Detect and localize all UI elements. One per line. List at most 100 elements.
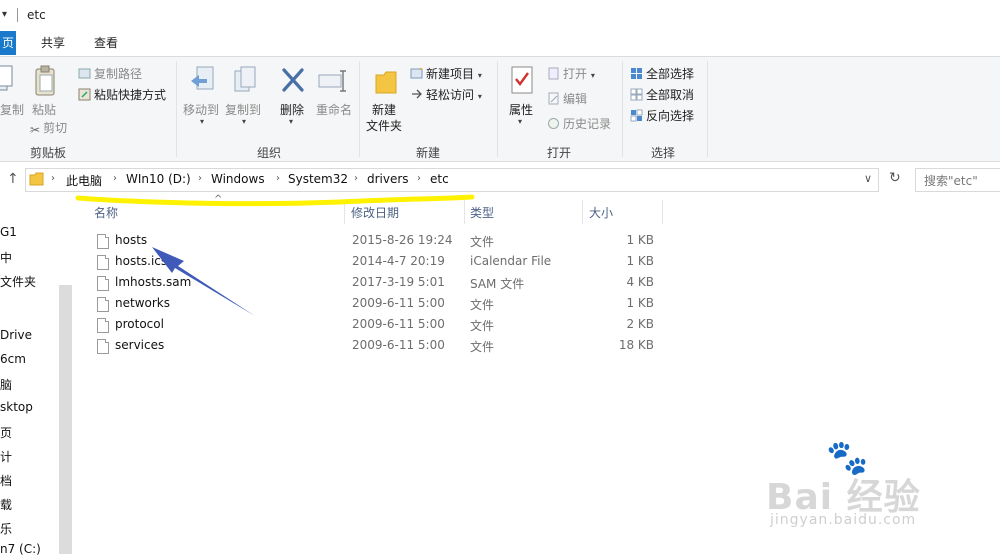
column-header-size[interactable]: 大小 [589,204,613,221]
select-all-button[interactable]: 全部选择 [630,65,694,82]
file-size: 1 KB [626,296,654,310]
file-row[interactable]: protocol 2009-6-11 5:00 文件 2 KB [72,316,672,337]
column-header-type[interactable]: 类型 [470,204,494,221]
cut-button[interactable]: ✂ 剪切 [30,119,67,137]
file-name: hosts.ics [115,254,168,268]
new-folder-button[interactable]: 新建 文件夹 [366,63,406,135]
select-none-icon [630,88,643,101]
breadcrumb-etc[interactable]: etc [430,172,449,186]
column-header-modified[interactable]: 修改日期 [351,204,399,221]
baidu-watermark: 🐾 Bai 经验 jingyan.baidu.com [766,438,996,538]
nav-item[interactable]: 6cm [0,352,26,366]
nav-item[interactable]: 中 [0,249,12,266]
copy-button[interactable]: 复制 [0,63,24,123]
file-name: services [115,338,165,352]
breadcrumb-chevron-icon[interactable]: › [113,173,117,184]
group-separator [359,61,360,157]
address-dropdown-icon[interactable]: ∨ [864,172,872,185]
breadcrumb-system32[interactable]: System32 [288,172,348,186]
file-type: 文件 [470,340,495,354]
rename-button[interactable]: 重命名 [314,63,354,123]
file-name: protocol [115,317,164,331]
group-separator [707,61,708,157]
new-item-icon [410,67,423,79]
select-none-button[interactable]: 全部取消 [630,86,694,103]
open-label: 打开 [563,67,588,81]
file-type: iCalendar File [470,254,552,268]
search-input[interactable]: 搜索"etc" [915,168,1000,192]
nav-item[interactable]: 文件夹 [0,273,36,290]
nav-item[interactable]: Drive [0,328,32,342]
delete-button[interactable]: 删除 ▾ [276,63,310,127]
nav-item[interactable]: 计 [0,448,12,465]
breadcrumb-chevron-icon[interactable]: › [198,173,202,184]
address-bar[interactable]: › 此电脑 › WIn10 (D:) › Windows › System32 … [25,168,879,192]
breadcrumb-drive-d[interactable]: WIn10 (D:) [126,172,191,186]
refresh-icon[interactable]: ↻ [889,170,901,186]
paste-button[interactable]: 粘贴 [28,63,62,123]
nav-item[interactable]: 载 [0,496,12,513]
ribbon-tabs: 页 共享 查看 [0,31,1000,57]
column-separator[interactable] [662,200,663,224]
select-group-label: 选择 [651,146,676,160]
scissors-icon: ✂ [30,123,41,137]
rename-icon [318,70,346,92]
nav-item[interactable]: sktop [0,400,33,414]
new-item-caret-icon: ▾ [477,71,482,80]
tab-view[interactable]: 查看 [94,31,118,55]
breadcrumb-this-pc[interactable]: 此电脑 [66,172,102,189]
column-header-name[interactable]: 名称 [94,204,118,221]
folder-icon [29,172,44,186]
nav-item[interactable]: 乐 [0,520,12,537]
history-button[interactable]: 历史记录 [547,115,611,132]
copy-to-button[interactable]: 复制到 ▾ [225,63,265,127]
column-separator[interactable] [582,200,583,224]
file-icon [97,276,109,291]
file-icon [97,339,109,354]
nav-item[interactable]: 脑 [0,376,12,393]
file-row[interactable]: networks 2009-6-11 5:00 文件 1 KB [72,295,672,316]
paste-shortcut-button[interactable]: 粘贴快捷方式 [78,86,166,103]
file-row[interactable]: services 2009-6-11 5:00 文件 18 KB [72,337,672,358]
copy-path-button[interactable]: 复制路径 [78,65,142,82]
column-separator[interactable] [464,200,465,224]
breadcrumb-chevron-icon[interactable]: › [276,173,280,184]
new-item-button[interactable]: 新建项目 ▾ [410,65,482,82]
breadcrumb-windows[interactable]: Windows [211,172,265,186]
title-bar: ▾ etc [0,0,1000,31]
group-separator [497,61,498,157]
tab-share[interactable]: 共享 [41,31,65,55]
paste-shortcut-label: 粘贴快捷方式 [94,88,167,102]
nav-item[interactable]: 页 [0,424,12,441]
invert-selection-icon [630,109,643,122]
select-all-icon [631,68,642,79]
open-button[interactable]: 打开 ▾ [547,65,595,82]
edit-button[interactable]: 编辑 [547,90,587,107]
up-arrow-icon[interactable]: ↑ [7,171,19,187]
file-size: 1 KB [626,233,654,247]
quick-access-dropdown-icon[interactable]: ▾ [2,9,7,20]
search-placeholder: 搜索"etc" [924,174,978,188]
rename-label: 重命名 [316,103,353,117]
breadcrumb-chevron-icon[interactable]: › [354,173,358,184]
breadcrumb-chevron-icon[interactable]: › [51,173,55,184]
properties-button[interactable]: 属性 ▾ [504,63,540,127]
file-type: 文件 [470,235,495,249]
nav-item[interactable]: G1 [0,225,17,239]
open-icon [548,67,559,80]
paste-icon [35,65,55,96]
invert-selection-button[interactable]: 反向选择 [630,107,694,124]
file-row[interactable]: hosts 2015-8-26 19:24 文件 1 KB [72,232,672,253]
move-to-button[interactable]: 移动到 ▾ [183,63,223,127]
breadcrumb-drivers[interactable]: drivers [367,172,409,186]
file-icon [97,234,109,249]
breadcrumb-chevron-icon[interactable]: › [417,173,421,184]
delete-label: 删除 [280,103,305,117]
file-row[interactable]: hosts.ics 2014-4-7 20:19 iCalendar File … [72,253,672,274]
column-separator[interactable] [344,200,345,224]
tab-home[interactable]: 页 [0,31,16,55]
file-row[interactable]: lmhosts.sam 2017-3-19 5:01 SAM 文件 4 KB [72,274,672,295]
easy-access-button[interactable]: 轻松访问 ▾ [410,86,482,103]
nav-pane-scrollbar[interactable] [59,285,72,554]
nav-item[interactable]: 档 [0,472,12,489]
